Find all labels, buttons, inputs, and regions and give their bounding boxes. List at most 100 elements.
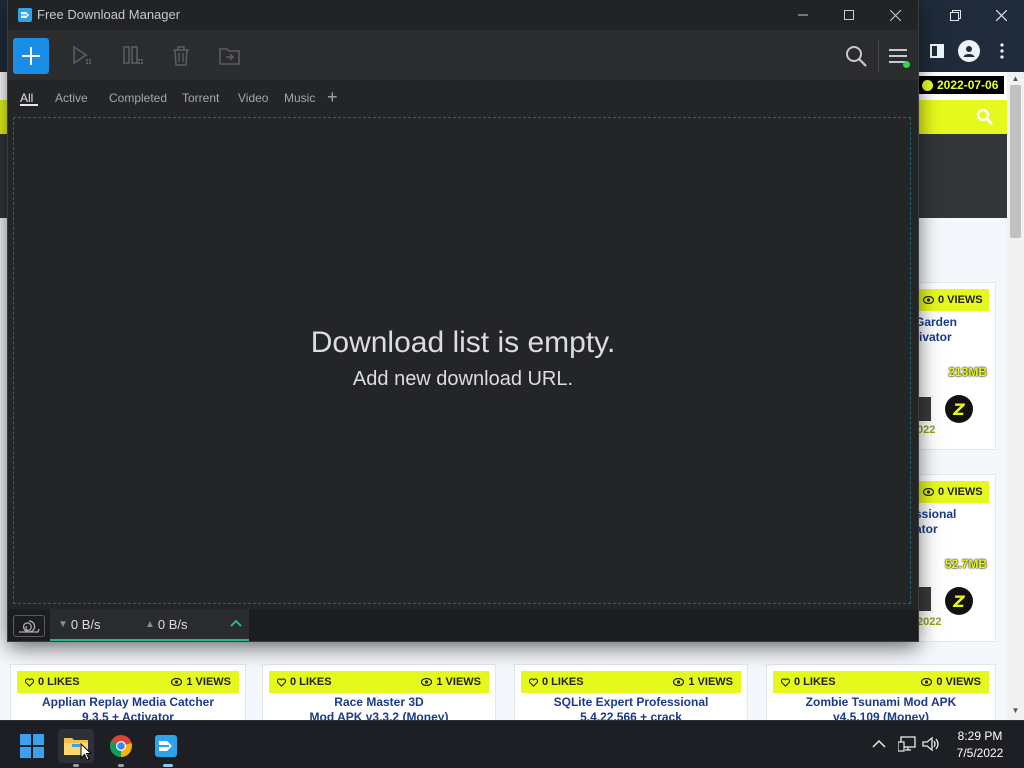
side-post-title: Garden tivator xyxy=(915,315,957,345)
views-count: 1 VIEWS xyxy=(688,676,733,688)
avatar xyxy=(958,40,980,62)
tab-all[interactable]: All xyxy=(20,91,33,105)
chevron-up-icon[interactable] xyxy=(230,618,242,628)
tab-video[interactable]: Video xyxy=(238,91,268,105)
profile-button[interactable] xyxy=(956,38,982,64)
eye-icon xyxy=(923,296,934,304)
down-arrow-icon: ▼ xyxy=(58,619,68,630)
site-logo-icon: Z xyxy=(945,395,973,423)
post-title-line1: Zombie Tsunami Mod APK xyxy=(805,695,957,709)
download-list[interactable] xyxy=(13,117,911,604)
scroll-down-arrow-icon[interactable]: ▼ xyxy=(1010,706,1021,716)
close-icon xyxy=(995,9,1007,21)
eye-icon xyxy=(171,678,183,686)
site-search-icon[interactable] xyxy=(975,107,995,127)
side-post-card[interactable]: 0 VIEWS Garden tivator 213MB Z 022 xyxy=(914,282,996,450)
tab-torrent[interactable]: Torrent xyxy=(182,91,219,105)
site-logo-icon: Z xyxy=(945,587,973,615)
start-button[interactable] xyxy=(70,44,94,68)
browser-restore-button[interactable] xyxy=(932,0,978,30)
taskbar: 8:29 PM 7/5/2022 xyxy=(0,720,1024,768)
add-download-button[interactable] xyxy=(13,38,49,74)
side-post-title-line1: Garden xyxy=(915,315,958,329)
tab-active[interactable]: Active xyxy=(55,91,88,105)
fdm-titlebar[interactable]: Free Download Manager xyxy=(8,0,918,30)
side-panel-button[interactable] xyxy=(924,38,950,64)
chrome-icon xyxy=(109,735,132,757)
status-indicator xyxy=(903,61,910,68)
speed-panel[interactable]: ▼ 0 B/s ▲ 0 B/s xyxy=(50,609,249,641)
views-count: 0 VIEWS xyxy=(936,676,981,688)
side-post-card[interactable]: 0 VIEWS ssional ator 52.7MB Z 2022 xyxy=(914,474,996,642)
download-speed: ▼ 0 B/s xyxy=(58,617,101,632)
side-post-title-line2: ator xyxy=(915,522,938,536)
post-card[interactable]: 0 LIKES 1 VIEWS Applian Replay Media Cat… xyxy=(10,664,246,726)
fdm-taskbar-button[interactable] xyxy=(148,729,184,763)
heart-icon xyxy=(277,677,286,687)
file-explorer-button[interactable] xyxy=(58,729,94,763)
start-button[interactable] xyxy=(14,729,50,763)
eye-icon xyxy=(923,488,934,496)
card-stats: 0 LIKES 0 VIEWS xyxy=(773,671,989,693)
minimize-icon xyxy=(798,14,808,16)
file-size: 213MB xyxy=(948,365,987,379)
chrome-button[interactable] xyxy=(103,729,139,763)
move-button[interactable] xyxy=(218,44,242,68)
tab-completed[interactable]: Completed xyxy=(109,91,167,105)
scrollbar-thumb[interactable] xyxy=(1010,85,1021,238)
pause-icon xyxy=(123,46,143,64)
fdm-toolbar xyxy=(8,30,918,80)
play-icon xyxy=(73,45,91,65)
add-tab-plus-icon[interactable]: + xyxy=(327,87,338,108)
close-button[interactable] xyxy=(872,0,918,30)
tab-music[interactable]: Music xyxy=(284,91,315,105)
post-card[interactable]: 0 LIKES 1 VIEWS Race Master 3D Mod APK v… xyxy=(262,664,496,726)
browser-menu-button[interactable] xyxy=(989,38,1015,64)
folder-move-icon xyxy=(219,48,240,65)
views-badge: 0 VIEWS xyxy=(917,481,989,503)
close-icon xyxy=(889,9,901,21)
chevron-up-icon[interactable] xyxy=(872,739,886,749)
maximize-button[interactable] xyxy=(826,0,872,30)
side-panel-icon xyxy=(930,44,944,58)
heart-icon xyxy=(25,677,34,687)
kebab-menu-icon xyxy=(1000,43,1004,59)
restore-icon xyxy=(949,9,961,21)
search-icon[interactable] xyxy=(844,44,868,68)
heart-icon xyxy=(529,677,538,687)
fdm-status-bar: ▼ 0 B/s ▲ 0 B/s xyxy=(8,609,918,641)
post-card[interactable]: 0 LIKES 1 VIEWS SQLite Expert Profession… xyxy=(514,664,748,726)
minimize-button[interactable] xyxy=(780,0,826,30)
eye-icon xyxy=(421,678,433,686)
post-thumbnail xyxy=(917,397,931,421)
clock-date[interactable]: 7/5/2022 xyxy=(940,746,1020,760)
upload-speed-value: 0 B/s xyxy=(157,617,188,632)
post-year: 022 xyxy=(917,424,936,436)
browser-close-button[interactable] xyxy=(978,0,1024,30)
empty-list-subtitle: Add new download URL. xyxy=(352,368,574,390)
eye-icon xyxy=(673,678,685,686)
card-stats: 0 LIKES 1 VIEWS xyxy=(17,671,239,693)
scroll-up-arrow-icon[interactable]: ▲ xyxy=(1010,74,1021,84)
likes-count: 0 LIKES xyxy=(542,676,584,688)
plus-icon xyxy=(22,47,40,65)
likes-count: 0 LIKES xyxy=(38,676,80,688)
empty-list-title: Download list is empty. xyxy=(310,326,616,359)
post-title-line1: SQLite Expert Professional xyxy=(553,695,709,709)
maximize-icon xyxy=(844,10,854,20)
volume-icon[interactable] xyxy=(922,736,940,752)
speed-mode-button[interactable] xyxy=(13,615,45,637)
side-post-title-line2: tivator xyxy=(915,330,952,344)
date-badge: 2022-07-06 xyxy=(918,76,1005,94)
pause-button[interactable] xyxy=(120,44,144,68)
fdm-window: Free Download Manager All Active Complet… xyxy=(8,0,918,641)
clock-time[interactable]: 8:29 PM xyxy=(940,729,1020,743)
post-thumbnail xyxy=(917,587,931,611)
delete-button[interactable] xyxy=(169,44,193,68)
eye-icon xyxy=(921,678,933,686)
person-icon xyxy=(963,46,975,57)
running-indicator xyxy=(118,764,124,767)
upload-speed: ▲ 0 B/s xyxy=(145,617,188,632)
network-icon[interactable] xyxy=(898,736,916,752)
post-card[interactable]: 0 LIKES 0 VIEWS Zombie Tsunami Mod APK v… xyxy=(766,664,996,726)
